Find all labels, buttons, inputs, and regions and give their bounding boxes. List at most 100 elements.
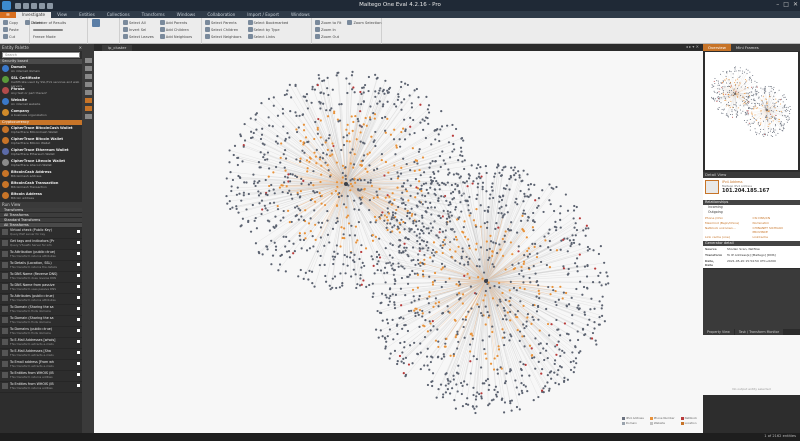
entity-node[interactable] [393, 164, 396, 167]
entity-node[interactable] [402, 127, 405, 130]
entity-node[interactable] [435, 129, 438, 132]
entity-node[interactable] [323, 244, 326, 247]
entity-node[interactable] [343, 227, 346, 230]
entity-node[interactable] [267, 97, 271, 100]
entity-node[interactable] [449, 228, 453, 231]
entity-node[interactable] [396, 362, 399, 366]
entity-node[interactable] [477, 163, 480, 166]
entity-node[interactable] [480, 395, 483, 398]
entity-node[interactable] [288, 221, 291, 224]
entity-node[interactable] [606, 275, 609, 278]
palette-item[interactable]: BitcoinCash Transaction BitcoinCash Trans… [0, 180, 82, 191]
entity-node[interactable] [554, 289, 557, 293]
entity-node[interactable] [525, 320, 528, 323]
entity-node[interactable] [546, 373, 549, 377]
tab-overview[interactable]: Overview [703, 44, 731, 51]
entity-node[interactable] [744, 83, 746, 85]
entity-node[interactable] [716, 80, 718, 82]
entity-node[interactable] [463, 159, 466, 162]
entity-node[interactable] [317, 221, 320, 224]
entity-node[interactable] [450, 183, 453, 187]
entity-node[interactable] [544, 239, 547, 242]
entity-node[interactable] [726, 72, 728, 74]
entity-node[interactable] [395, 144, 398, 147]
entity-node[interactable] [391, 243, 394, 247]
entity-node[interactable] [404, 129, 407, 133]
entity-node[interactable] [391, 262, 395, 265]
entity-node[interactable] [755, 108, 757, 110]
entity-node[interactable] [374, 235, 377, 238]
entity-node[interactable] [785, 106, 787, 108]
entity-node[interactable] [481, 314, 484, 317]
entity-node[interactable] [404, 373, 408, 376]
entity-node[interactable] [526, 313, 530, 316]
run-transform-icon[interactable] [77, 362, 80, 365]
entity-node[interactable] [414, 213, 417, 216]
entity-node[interactable] [311, 88, 314, 91]
entity-node[interactable] [496, 391, 499, 394]
entity-node[interactable] [477, 276, 480, 279]
entity-node[interactable] [712, 85, 714, 87]
entity-node[interactable] [422, 232, 425, 235]
entity-node[interactable] [779, 118, 781, 120]
entity-node[interactable] [526, 219, 529, 222]
pointer-tool-icon[interactable] [84, 58, 92, 63]
entity-node[interactable] [762, 129, 764, 131]
entity-node[interactable] [775, 123, 777, 125]
entity-node[interactable] [751, 113, 753, 115]
entity-node[interactable] [479, 366, 483, 369]
entity-node[interactable] [398, 354, 402, 358]
entity-node[interactable] [764, 86, 766, 88]
entity-node[interactable] [536, 304, 540, 308]
entity-node[interactable] [333, 255, 337, 258]
entity-node[interactable] [727, 91, 729, 93]
entity-node[interactable] [326, 219, 329, 222]
entity-node[interactable] [357, 208, 361, 211]
entity-node[interactable] [320, 164, 323, 167]
entity-node[interactable] [533, 183, 536, 186]
entity-node[interactable] [348, 234, 351, 237]
entity-node[interactable] [378, 187, 381, 191]
entity-node[interactable] [439, 128, 442, 131]
entity-node[interactable] [485, 240, 488, 243]
entity-node[interactable] [768, 128, 770, 130]
entity-node[interactable] [755, 90, 757, 92]
entity-node[interactable] [286, 191, 289, 195]
entity-node[interactable] [760, 123, 762, 125]
entity-node[interactable] [335, 181, 339, 184]
entity-node[interactable] [319, 91, 322, 94]
entity-node[interactable] [358, 196, 361, 199]
entity-node[interactable] [784, 96, 786, 98]
entity-node[interactable] [300, 247, 303, 250]
entity-node[interactable] [382, 103, 385, 106]
entity-node[interactable] [266, 158, 269, 161]
entity-node[interactable] [283, 93, 286, 97]
entity-node[interactable] [414, 159, 417, 162]
entity-node[interactable] [475, 197, 478, 200]
run-transform-icon[interactable] [77, 373, 80, 376]
entity-node[interactable] [331, 277, 334, 280]
entity-node[interactable] [784, 114, 786, 116]
entity-node[interactable] [744, 101, 746, 103]
entity-node[interactable] [341, 281, 344, 285]
entity-node[interactable] [534, 367, 537, 370]
entity-node[interactable] [762, 104, 764, 106]
entity-node[interactable] [719, 88, 721, 90]
view-tool-icon[interactable] [84, 98, 92, 103]
entity-node[interactable] [336, 220, 339, 223]
entity-node[interactable] [406, 237, 409, 240]
entity-node[interactable] [598, 281, 601, 284]
entity-node[interactable] [374, 130, 377, 134]
entity-node[interactable] [484, 352, 487, 355]
entity-node[interactable] [295, 214, 298, 217]
entity-node[interactable] [719, 96, 721, 98]
entity-node[interactable] [313, 88, 317, 91]
entity-node[interactable] [404, 294, 407, 297]
entity-node[interactable] [757, 102, 759, 104]
entity-node[interactable] [478, 392, 481, 396]
entity-node[interactable] [381, 116, 384, 120]
entity-node[interactable] [295, 175, 299, 179]
layout-tool-icon[interactable] [84, 74, 92, 79]
entity-node[interactable] [548, 371, 552, 374]
entity-node[interactable] [489, 193, 492, 196]
